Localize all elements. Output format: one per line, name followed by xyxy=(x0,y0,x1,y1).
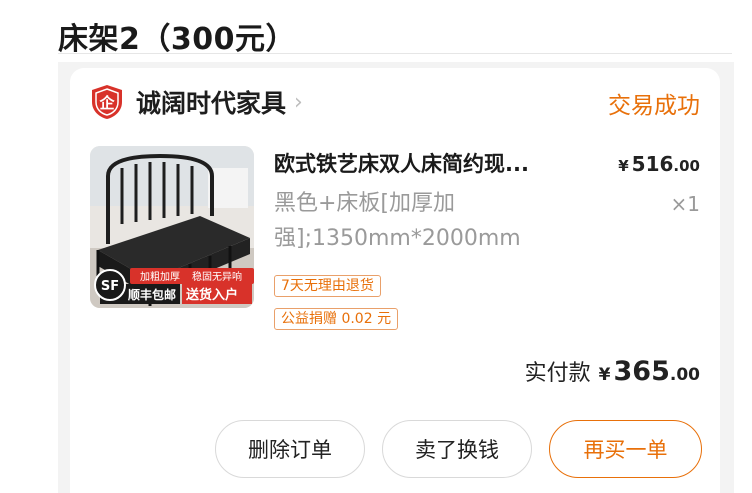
paid-decimal: .00 xyxy=(669,365,700,385)
badge-feature-1: 加粗加厚 xyxy=(140,271,180,283)
order-status: 交易成功 xyxy=(608,93,700,119)
price-decimal: .00 xyxy=(673,157,700,175)
order-card[interactable]: 企 诚阔时代家具 › 交易成功 加粗加厚 稳固无异响 SF 顺丰包邮 送货入户 … xyxy=(70,68,720,493)
price-currency: ¥ xyxy=(618,157,629,175)
product-price: ¥516.00 xyxy=(618,152,700,176)
product-spec: 黑色+床板[加厚加强];1350mm*2000mm xyxy=(274,191,521,251)
paid-amount: 实付款 ¥ 365 .00 xyxy=(525,355,700,387)
tag-charity: 公益捐赠 0.02 元 xyxy=(274,308,399,330)
chevron-right-icon[interactable]: › xyxy=(294,90,303,115)
shop-logo-text: 企 xyxy=(98,94,115,112)
buy-again-button[interactable]: 再买一单 xyxy=(549,420,702,478)
paid-integer: 365 xyxy=(613,356,670,387)
delete-order-button[interactable]: 删除订单 xyxy=(215,420,365,478)
product-image[interactable]: 加粗加厚 稳固无异响 SF 顺丰包邮 送货入户 xyxy=(90,146,254,308)
badge-feature-2: 稳固无异响 xyxy=(192,270,242,283)
badge-shipping: 顺丰包邮 xyxy=(128,287,176,302)
badge-delivery: 送货入户 xyxy=(185,287,238,303)
shop-link[interactable]: 企 诚阔时代家具 › xyxy=(90,82,303,122)
product-quantity: ×1 xyxy=(670,192,700,216)
page-heading: 床架2（300元） xyxy=(58,22,296,57)
heading-divider xyxy=(58,53,732,54)
price-integer: 516 xyxy=(631,152,674,176)
product-title[interactable]: 欧式铁艺床双人床简约现... xyxy=(274,148,584,178)
resell-button[interactable]: 卖了换钱 xyxy=(382,420,532,478)
shop-name[interactable]: 诚阔时代家具 xyxy=(136,84,286,120)
tag-return-policy: 7天无理由退货 xyxy=(274,275,381,297)
sf-express-logo: SF xyxy=(101,279,119,294)
enterprise-shield-icon: 企 xyxy=(90,84,124,120)
paid-currency: ¥ xyxy=(598,365,611,385)
paid-label: 实付款 xyxy=(524,361,591,386)
